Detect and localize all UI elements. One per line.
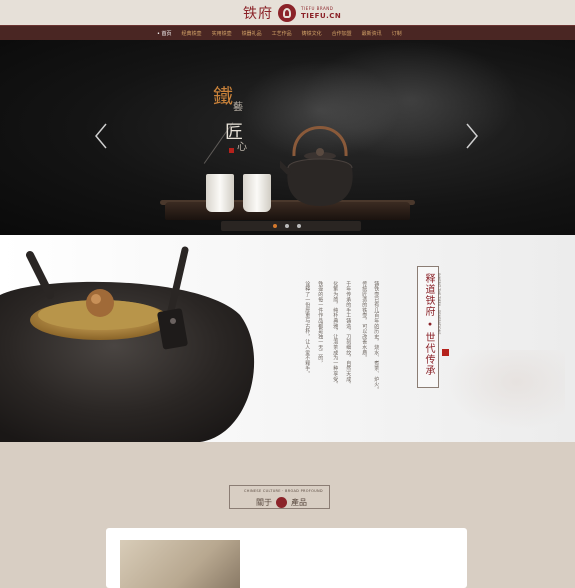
hero-char-heart: 心 — [237, 142, 247, 153]
chevron-left-icon — [95, 123, 107, 149]
tea-cup — [243, 174, 271, 212]
site-logo[interactable]: 铁府 TIEFU BRAND TIEFU.CN — [243, 2, 341, 24]
about-heading-box: CHINESE CULTURE · BROAD PROFOUND 關于 產品 — [229, 485, 330, 509]
feature-paragraph: 千年传承的手工铸造，刀刻细纹，自然天成。 — [345, 281, 352, 387]
slide-dot-3[interactable] — [297, 224, 301, 228]
nav-item-classic-kettles[interactable]: 经典铁壶 — [182, 30, 202, 37]
hero-seal — [229, 148, 234, 153]
iron-kettle-image — [280, 126, 353, 206]
nav-item-culture[interactable]: 铸铁文化 — [302, 30, 322, 37]
logo-text: TIEFU BRAND TIEFU.CN — [301, 5, 342, 20]
about-heading: 關于 產品 — [256, 497, 307, 508]
feature-paragraph: 铸铁壶已有几百年的历史，烧水、煮茶、炉火。 — [373, 281, 380, 393]
nav-item-franchise[interactable]: 合作加盟 — [332, 30, 352, 37]
nav-items: • 首页 经典铁壶 实用铁壶 铁器礼品 工艺作品 铸铁文化 合作加盟 最新资讯 … — [157, 26, 412, 40]
logo-emblem-icon — [278, 4, 296, 22]
feature-paragraph: 诠释了一份厚重与古朴，让人爱不释手。 — [304, 281, 311, 377]
feature-heading: 释道铁府 • 世代传承 — [423, 273, 434, 377]
brand-emblem-icon — [276, 497, 287, 508]
nav-item-iron-gifts[interactable]: 铁器礼品 — [242, 30, 262, 37]
about-heading-right: 產品 — [291, 498, 307, 507]
feature-paragraph: 传统匠造的铁壶，可以改善水质。 — [361, 281, 368, 361]
hero-banner: 鐵 藝 匠 心 — [0, 40, 575, 235]
nav-item-home[interactable]: • 首页 — [157, 30, 172, 37]
next-slide-button[interactable] — [465, 122, 479, 150]
slide-indicators — [221, 221, 361, 231]
feature-paragraph: 化繁为简，纯朴典雅，让泡茶成为一种享受。 — [332, 281, 339, 387]
nav-item-practical-kettles[interactable]: 实用铁壶 — [212, 30, 232, 37]
tea-cup — [206, 174, 234, 212]
feature-subheading: INHERIT THE TIEFU · GENERATIONS — [437, 273, 441, 335]
about-heading-left: 關于 — [256, 498, 272, 507]
slide-dot-1[interactable] — [273, 224, 277, 228]
hero-title: 鐵 藝 匠 心 — [210, 80, 260, 160]
hero-char-iron: 鐵 — [213, 84, 233, 108]
logo-domain: TIEFU.CN — [301, 11, 342, 20]
feature-heading-box: 释道铁府 • 世代传承 — [417, 266, 439, 388]
nav-item-news[interactable]: 最新资讯 — [362, 30, 382, 37]
kettle-closeup-image — [0, 246, 255, 442]
about-card — [106, 528, 467, 588]
feature-paragraph: 铁壶的每一件作品都是独一无二的， — [317, 281, 324, 366]
chevron-right-icon — [466, 123, 478, 149]
about-english-caption: CHINESE CULTURE · BROAD PROFOUND — [244, 489, 323, 493]
about-image — [120, 540, 240, 588]
lotus-decoration — [445, 350, 565, 430]
main-nav: • 首页 经典铁壶 实用铁壶 铁器礼品 工艺作品 铸铁文化 合作加盟 最新资讯 … — [0, 25, 575, 40]
logo-tagline: TIEFU BRAND — [301, 5, 334, 11]
feature-section: 铸铁壶已有几百年的历史，烧水、煮茶、炉火。 传统匠造的铁壶，可以改善水质。 千年… — [0, 235, 575, 442]
site-header: 铁府 TIEFU BRAND TIEFU.CN — [0, 0, 575, 25]
nav-item-craft-works[interactable]: 工艺作品 — [272, 30, 292, 37]
about-section: CHINESE CULTURE · BROAD PROFOUND 關于 產品 — [0, 442, 575, 588]
prev-slide-button[interactable] — [94, 122, 108, 150]
hero-char-art: 藝 — [233, 102, 243, 113]
nav-item-custom[interactable]: 订制 — [392, 30, 402, 37]
slide-dot-2[interactable] — [285, 224, 289, 228]
logo-chinese: 铁府 — [243, 6, 273, 22]
